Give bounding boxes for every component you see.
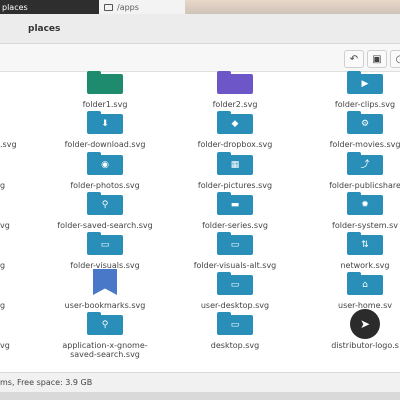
download-icon: ⬇	[87, 111, 123, 134]
dropbox-icon: ◆	[217, 111, 253, 134]
grid-item[interactable]: ◉ folder-photos.svg	[45, 152, 165, 195]
visuals-icon: ▭	[87, 232, 123, 255]
grid-item[interactable]: ✹ folder-system.sv	[305, 192, 400, 235]
grid-item[interactable]: ▭ desktop.svg	[175, 312, 295, 355]
more-icon: ○	[395, 53, 400, 65]
partial-item-label: vg	[0, 341, 10, 350]
grid-item-label: user-bookmarks.svg	[64, 301, 146, 310]
grid-item[interactable]: ⌂ user-home.sv	[305, 272, 400, 315]
undo-button[interactable]: ↶	[344, 50, 364, 68]
camera-icon: ◉	[87, 152, 123, 175]
grid-item[interactable]: ⤴ folder-publicshare	[305, 152, 400, 195]
distributor-logo-icon: ➤	[350, 309, 380, 339]
grid-item[interactable]: ⬇ folder-download.svg	[45, 111, 165, 154]
more-button[interactable]: ○	[390, 50, 400, 68]
tab-places-label: places	[2, 2, 28, 12]
grid-item-label: folder-publicshare	[329, 181, 400, 190]
bookmark-icon	[93, 269, 117, 295]
grid-item[interactable]: ▶ folder-clips.svg	[305, 71, 400, 114]
folder-icon	[217, 71, 253, 94]
grid-item[interactable]: user-bookmarks.svg	[45, 269, 165, 315]
home-icon: ⌂	[347, 272, 383, 295]
grid-item-label: user-home.sv	[338, 301, 392, 310]
grid-item[interactable]: folder1.svg	[45, 71, 165, 114]
grid-item[interactable]: ◆ folder-dropbox.svg	[175, 111, 295, 154]
partial-item-label: g	[0, 301, 6, 310]
folder-icon	[104, 3, 113, 11]
image-icon: ▣	[372, 53, 382, 65]
folder-icon	[87, 71, 123, 94]
picture-icon: ▦	[217, 152, 253, 175]
grid-item[interactable]: folder2.svg	[175, 71, 295, 114]
desktop-icon: ▭	[217, 312, 253, 335]
grid-item-label: folder1.svg	[82, 100, 128, 109]
toolbar: ↶ ▣ ○	[0, 44, 400, 72]
tab-strip-background	[185, 0, 400, 14]
grid-item-label: folder-system.sv	[332, 221, 398, 230]
undo-icon: ↶	[349, 53, 359, 65]
grid-item-label: folder-series.svg	[202, 221, 268, 230]
visuals-alt-icon: ▭	[217, 232, 253, 255]
image-button[interactable]: ▣	[367, 50, 387, 68]
page-title: places	[28, 24, 61, 34]
share-icon: ⤴	[347, 152, 383, 175]
tab-apps-label: /apps	[117, 2, 139, 12]
status-text: ms, Free space: 3.9 GB	[0, 378, 93, 387]
grid-item[interactable]: ⇅ network.svg	[305, 232, 400, 275]
grid-item-label: desktop.svg	[210, 341, 260, 350]
search-icon: ⚲	[87, 192, 123, 215]
grid-item-label: user-desktop.svg	[200, 301, 270, 310]
tab-apps[interactable]: /apps	[99, 0, 185, 14]
file-manager-window: places /apps places ↶ ▣ ○ folder1.svg fol…	[0, 0, 400, 400]
partial-item-label: .svg	[0, 140, 17, 149]
grid-item[interactable]: ▬ folder-series.svg	[175, 192, 295, 235]
status-bar: ms, Free space: 3.9 GB	[0, 372, 400, 392]
desktop-icon: ▭	[217, 272, 253, 295]
film-icon: ⚙	[347, 111, 383, 134]
search-icon: ⚲	[87, 312, 123, 335]
tab-bar: places /apps	[0, 0, 400, 14]
grid-item-label: distributor-logo.s	[331, 341, 399, 350]
grid-item-label: folder-dropbox.svg	[197, 140, 273, 149]
grid-item-label: application-x-gnome-saved-search.svg	[62, 341, 148, 359]
grid-item-label: folder-saved-search.svg	[57, 221, 153, 230]
partial-item-label: vg	[0, 221, 10, 230]
gear-icon: ✹	[347, 192, 383, 215]
grid-item[interactable]: ▭ user-desktop.svg	[175, 272, 295, 315]
grid-item-label: network.svg	[340, 261, 390, 270]
grid-item[interactable]: ⚲ folder-saved-search.svg	[45, 192, 165, 235]
grid-item[interactable]: ➤ distributor-logo.s	[305, 309, 400, 355]
grid-item-label: folder-download.svg	[64, 140, 146, 149]
grid-item[interactable]: ▭ folder-visuals-alt.svg	[175, 232, 295, 275]
bottom-panel	[0, 392, 400, 400]
grid-item-label: folder-movies.svg	[329, 140, 400, 149]
grid-item-label: folder-visuals-alt.svg	[193, 261, 277, 270]
partial-item-label: g	[0, 181, 6, 190]
grid-item-label: folder2.svg	[212, 100, 258, 109]
grid-item-label: folder-pictures.svg	[197, 181, 273, 190]
grid-item[interactable]: ▦ folder-pictures.svg	[175, 152, 295, 195]
grid-item-label: folder-clips.svg	[334, 100, 396, 109]
series-icon: ▬	[217, 192, 253, 215]
grid-item-label: folder-photos.svg	[70, 181, 140, 190]
network-icon: ⇅	[347, 232, 383, 255]
grid-item[interactable]: ⚙ folder-movies.svg	[305, 111, 400, 154]
partial-item-label: g	[0, 261, 6, 270]
header: places	[0, 14, 400, 44]
video-icon: ▶	[347, 71, 383, 94]
grid-item[interactable]: ⚲ application-x-gnome-saved-search.svg	[45, 312, 165, 359]
grid-item-label: folder-visuals.svg	[70, 261, 140, 270]
tab-places[interactable]: places	[0, 0, 99, 14]
icon-grid: folder1.svg folder2.svg ▶ folder-clips.svg ⬇…	[0, 71, 400, 374]
